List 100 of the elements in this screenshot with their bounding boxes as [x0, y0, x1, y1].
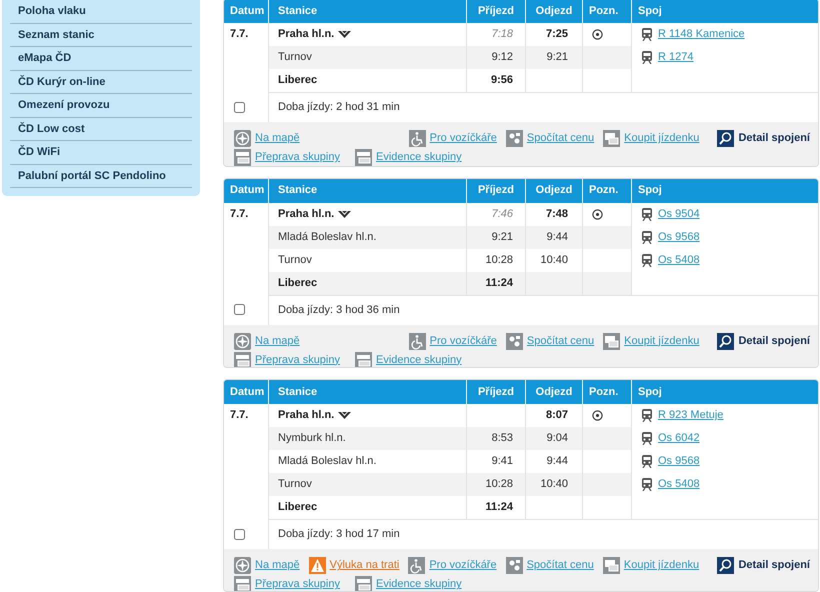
action-link[interactable]: Pro vozíčkáře	[430, 130, 497, 147]
action-link[interactable]: Koupit jízdenku	[624, 130, 700, 147]
search-icon	[717, 332, 734, 350]
action-link[interactable]: Koupit jízdenku	[624, 332, 700, 350]
logo-icon	[338, 412, 352, 420]
target-icon	[592, 208, 603, 220]
select-checkbox[interactable]	[234, 528, 245, 540]
sidebar-item[interactable]: ČD Low cost	[18, 120, 85, 137]
column-header: Pozn.	[589, 183, 618, 198]
train-icon	[641, 455, 653, 468]
ticket-icon	[603, 332, 620, 350]
column-header: Odjezd	[536, 183, 572, 198]
warning-icon	[308, 557, 326, 574]
column-header: Příjezd	[478, 183, 514, 198]
train-icon	[641, 51, 653, 64]
action-link[interactable]: Na mapě	[255, 557, 300, 574]
action-link[interactable]: Evidence skupiny	[376, 149, 462, 166]
action-link[interactable]: Na mapě	[255, 130, 300, 147]
sidebar-item[interactable]: Omezení provozu	[18, 97, 110, 114]
action-link[interactable]: Spočítat cenu	[526, 332, 594, 350]
station-name: Liberec	[278, 73, 318, 88]
action-link[interactable]: Přeprava skupiny	[255, 352, 340, 368]
action-link[interactable]: Pro vozíčkáře	[430, 332, 497, 350]
arrival-time: 8:53	[492, 431, 513, 446]
action-link[interactable]: Detail spojení	[738, 130, 810, 147]
action-link[interactable]: Evidence skupiny	[376, 576, 462, 592]
departure-time: 9:44	[546, 454, 568, 470]
arrival-time: 7:46	[492, 206, 513, 222]
departure-time: 10:40	[540, 252, 568, 268]
date-cell-text: 7.7.	[230, 27, 248, 42]
date-cell-text: 7.7.	[230, 408, 248, 424]
action-link[interactable]: Přeprava skupiny	[255, 149, 340, 166]
arrival-time: 9:21	[492, 230, 513, 245]
train-link[interactable]: Os 9504	[658, 206, 700, 222]
column-header: Datum	[230, 384, 264, 400]
compass-icon	[234, 557, 251, 574]
station-name: Turnov	[278, 50, 312, 66]
calculator-icon	[506, 557, 523, 574]
sidebar-item[interactable]: eMapa ČD	[18, 50, 72, 66]
action-link[interactable]: Spočítat cenu	[526, 557, 594, 574]
station-name: Praha hl.n.	[278, 27, 334, 42]
date-cell-text: 7.7.	[230, 206, 248, 222]
column-header: Odjezd	[536, 384, 572, 400]
sidebar-item[interactable]: ČD WiFi	[18, 144, 60, 160]
sidebar-item[interactable]: Palubní portál SC Pendolino	[18, 168, 166, 184]
train-link[interactable]: R 1148 Kamenice	[658, 26, 745, 43]
arrival-time: 10:28	[485, 252, 513, 268]
column-header: Spoj	[638, 384, 662, 400]
select-checkbox[interactable]	[234, 102, 245, 112]
sidebar-item[interactable]: Poloha vlaku	[18, 3, 86, 20]
compass-icon	[234, 130, 251, 147]
train-icon	[641, 478, 653, 492]
arrival-time: 10:28	[485, 477, 513, 492]
station-name: Turnov	[278, 252, 312, 268]
sidebar-item[interactable]: Seznam stanic	[18, 26, 94, 43]
train-link[interactable]: Os 6042	[658, 430, 700, 447]
station-name: Praha hl.n.	[278, 206, 334, 222]
train-link[interactable]: Os 5408	[658, 252, 700, 268]
station-name: Turnov	[278, 477, 312, 492]
train-icon	[641, 409, 653, 422]
train-link[interactable]: Os 9568	[658, 228, 700, 246]
column-header: Spoj	[638, 183, 662, 198]
action-link[interactable]: Přeprava skupiny	[255, 576, 340, 592]
column-header: Příjezd	[478, 384, 514, 400]
arrival-time: 11:24	[485, 276, 513, 291]
wheelchair-icon	[408, 557, 426, 574]
column-header: Stanice	[278, 183, 318, 198]
action-link[interactable]: Výluka na trati	[330, 557, 400, 574]
train-link[interactable]: R 1274	[658, 49, 694, 66]
train-icon	[641, 28, 653, 41]
sidebar-item[interactable]: ČD Kurýr on-line	[18, 74, 106, 90]
arrival-time: 9:56	[490, 73, 513, 88]
column-header: Odjezd	[536, 4, 572, 19]
column-header: Pozn.	[589, 4, 618, 19]
departure-time: 8:07	[546, 408, 568, 424]
select-checkbox[interactable]	[234, 304, 245, 316]
train-link[interactable]: Os 9568	[658, 453, 700, 470]
action-link[interactable]: Spočítat cenu	[526, 130, 594, 147]
departure-time: 7:48	[546, 206, 568, 222]
travel-duration: Doba jízdy: 3 hod 17 min	[278, 527, 400, 542]
action-link[interactable]: Na mapě	[255, 332, 300, 350]
action-link[interactable]: Detail spojení	[738, 557, 810, 574]
column-header: Pozn.	[589, 384, 618, 400]
station-name: Liberec	[278, 500, 318, 516]
arrival-time: 7:18	[492, 27, 513, 42]
arrival-time: 9:41	[492, 454, 513, 470]
station-name: Mladá Boleslav hl.n.	[278, 454, 376, 470]
action-link[interactable]: Koupit jízdenku	[624, 557, 700, 574]
action-link[interactable]: Detail spojení	[738, 332, 810, 350]
travel-duration: Doba jízdy: 3 hod 36 min	[278, 302, 400, 318]
compass-icon	[234, 332, 251, 350]
train-link[interactable]: R 923 Metuje	[658, 407, 724, 424]
action-link[interactable]: Pro vozíčkáře	[429, 557, 497, 574]
train-link[interactable]: Os 5408	[658, 476, 700, 493]
departure-time: 7:25	[546, 27, 568, 42]
departure-time: 9:04	[546, 431, 568, 446]
column-header: Stanice	[278, 4, 318, 19]
ticket-icon	[602, 557, 620, 574]
arrival-time: 9:12	[492, 50, 513, 66]
action-link[interactable]: Evidence skupiny	[376, 352, 462, 368]
